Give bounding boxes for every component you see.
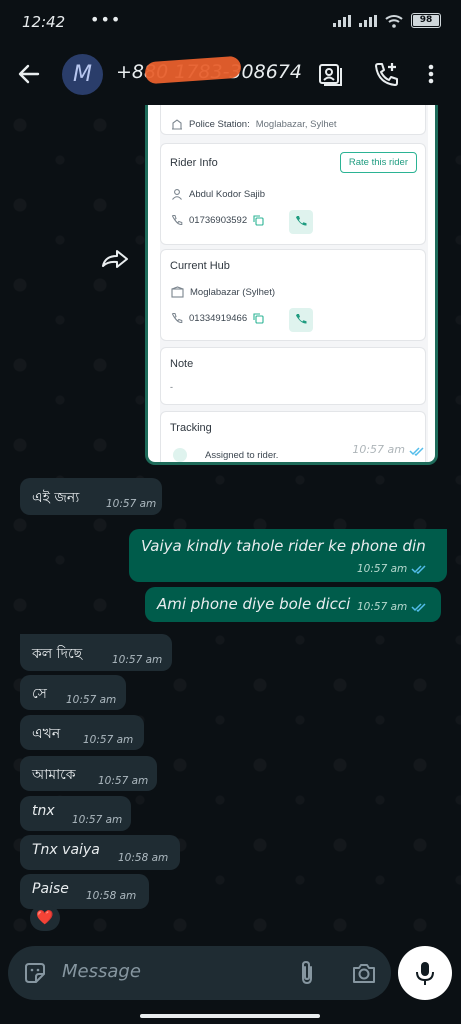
message-text: কল দিছে: [32, 646, 83, 662]
message-text: আমাকে: [32, 767, 76, 783]
tracking-title: Tracking: [170, 422, 212, 434]
battery-icon: 98: [411, 13, 441, 28]
wifi-icon: [385, 14, 403, 28]
police-station-block: Police Station: Moglabazar, Sylhet: [160, 105, 426, 135]
message-time: 10:57 am: [357, 563, 408, 575]
message-bubble[interactable]: Paise 10:58 am: [20, 874, 149, 909]
signal-icon: [333, 14, 351, 27]
rider-info-block: Rider Info Rate this rider Abdul Kodor S…: [160, 143, 426, 245]
call-icon: [296, 216, 307, 226]
call-hub-button[interactable]: [289, 308, 313, 332]
tracking-row: Assigned to rider.: [173, 448, 278, 462]
add-call-icon[interactable]: [372, 60, 400, 88]
message-text: Vaiya kindly tahole rider ke phone din: [141, 537, 426, 555]
message-bubble[interactable]: সে 10:57 am: [20, 675, 126, 710]
message-text: এখন: [32, 726, 61, 742]
note-value: -: [170, 382, 173, 392]
message-time: 10:57 am: [357, 601, 408, 613]
read-ticks-icon: [411, 603, 426, 612]
rate-rider-button[interactable]: Rate this rider: [339, 152, 417, 173]
contact-card-icon[interactable]: [316, 60, 344, 88]
message-text: Tnx vaiya: [32, 842, 100, 858]
call-icon: [296, 314, 307, 324]
tracking-status: Assigned to rider.: [205, 449, 279, 461]
message-bubble[interactable]: এই জন্য 10:57 am: [20, 478, 162, 515]
read-ticks-icon: [411, 565, 426, 574]
police-station-value: Moglabazar, Sylhet: [255, 118, 337, 130]
hub-building-icon: [171, 286, 184, 298]
message-input[interactable]: Message: [62, 961, 141, 982]
rider-phone-row: 01736903592: [171, 214, 264, 226]
back-arrow-icon[interactable]: [16, 61, 42, 87]
message-time: 10:58 am: [118, 852, 169, 864]
message-text: tnx: [32, 803, 55, 819]
message-time: 10:57 am: [83, 734, 134, 746]
hub-phone: 01334919466: [189, 312, 248, 324]
camera-icon[interactable]: [350, 959, 378, 987]
chat-header: M +880 1783-308674: [0, 44, 461, 105]
card-timestamp: 10:57 am: [352, 443, 405, 456]
copy-icon[interactable]: [253, 214, 264, 226]
person-icon: [172, 189, 182, 200]
read-ticks-icon: [409, 447, 424, 456]
status-time: 12:42: [22, 13, 66, 31]
rider-phone: 01736903592: [189, 214, 248, 226]
message-bubble[interactable]: কল দিছে 10:57 am: [20, 634, 172, 671]
message-bubble[interactable]: এখন 10:57 am: [20, 715, 144, 750]
message-text: এই জন্য: [32, 490, 80, 506]
message-bubble[interactable]: Tnx vaiya 10:58 am: [20, 835, 180, 870]
forwarded-screenshot[interactable]: Police Station: Moglabazar, Sylhet Rider…: [145, 105, 438, 465]
battery-level: 98: [419, 15, 433, 25]
forward-icon[interactable]: [100, 248, 130, 270]
sticker-icon[interactable]: [22, 960, 48, 986]
copy-icon[interactable]: [253, 312, 264, 324]
voice-record-button[interactable]: [398, 946, 452, 1000]
home-indicator[interactable]: [140, 1014, 320, 1018]
message-text: Ami phone diye bole dicci: [157, 595, 351, 613]
message-time: 10:57 am: [66, 694, 117, 706]
more-options-icon[interactable]: [421, 60, 441, 88]
tracking-dot-icon: [173, 448, 187, 462]
rider-name-row: Abdul Kodor Sajib: [171, 188, 265, 200]
status-bar: 12:42 ••• 98: [0, 0, 461, 44]
phone-icon: [171, 215, 183, 226]
police-station-row: Police Station: Moglabazar, Sylhet: [171, 118, 337, 130]
message-time: 10:57 am: [112, 654, 163, 666]
message-bubble[interactable]: Vaiya kindly tahole rider ke phone din 1…: [129, 529, 447, 582]
message-time: 10:58 am: [86, 890, 137, 902]
tracking-block: Tracking Assigned to rider.: [160, 411, 426, 462]
signal-2-icon: [359, 14, 377, 27]
contact-avatar[interactable]: M: [62, 54, 103, 95]
message-bubble[interactable]: tnx 10:57 am: [20, 796, 131, 831]
microphone-icon: [416, 962, 434, 985]
message-text: সে: [32, 686, 47, 702]
message-bubble[interactable]: আমাকে 10:57 am: [20, 756, 157, 791]
hub-name-row: Moglabazar (Sylhet): [171, 286, 275, 298]
police-station-label: Police Station:: [189, 118, 250, 130]
building-icon: [172, 119, 182, 130]
message-time: 10:57 am: [72, 814, 123, 826]
phone-icon: [171, 313, 183, 324]
call-rider-button[interactable]: [289, 210, 313, 234]
screenshot-content: Police Station: Moglabazar, Sylhet Rider…: [160, 105, 428, 462]
attach-icon[interactable]: [296, 959, 318, 987]
hub-name: Moglabazar (Sylhet): [190, 286, 276, 298]
message-bubble[interactable]: Ami phone diye bole dicci 10:57 am: [145, 587, 441, 622]
message-text: Paise: [32, 881, 69, 897]
hub-phone-row: 01334919466: [171, 312, 264, 324]
heart-reaction[interactable]: ❤️: [30, 905, 60, 931]
message-time: 10:57 am: [106, 498, 157, 510]
message-time: 10:57 am: [98, 775, 149, 787]
rider-name: Abdul Kodor Sajib: [189, 188, 266, 200]
note-block: Note -: [160, 347, 426, 405]
rider-info-title: Rider Info: [170, 157, 218, 169]
notification-dots: •••: [90, 10, 122, 29]
note-title: Note: [170, 358, 194, 370]
current-hub-block: Current Hub Moglabazar (Sylhet) 01334919…: [160, 249, 426, 341]
current-hub-title: Current Hub: [170, 260, 230, 272]
message-input-bar[interactable]: Message: [8, 946, 391, 1000]
